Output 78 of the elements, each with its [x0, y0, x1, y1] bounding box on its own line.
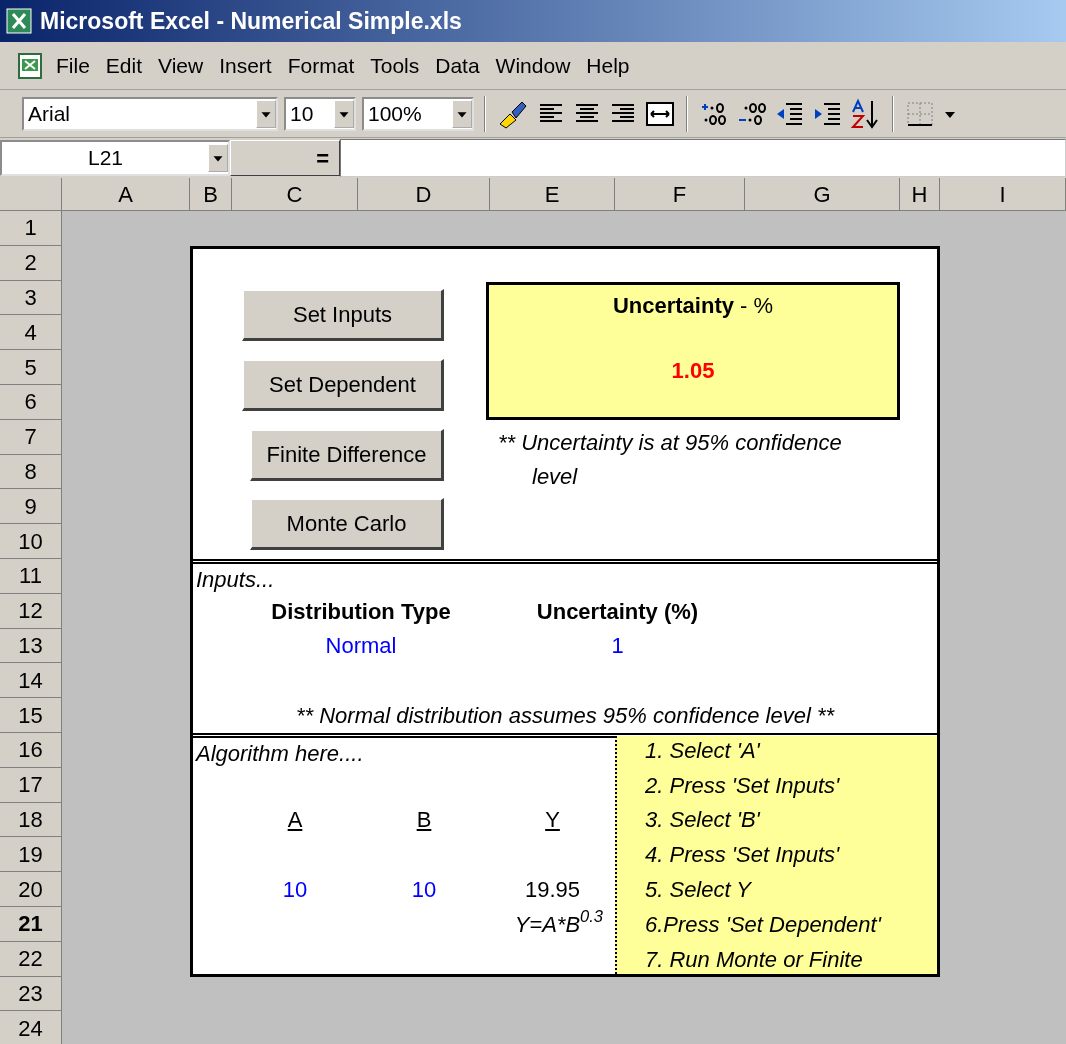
row-header[interactable]: 9: [0, 489, 62, 525]
variable-name: B: [416, 806, 432, 835]
column-header[interactable]: C: [232, 178, 358, 211]
variable-value: 19.95: [524, 876, 581, 905]
instruction-step: 6.Press 'Set Dependent': [615, 906, 940, 942]
menu-item[interactable]: Edit: [99, 47, 149, 84]
row-header[interactable]: 12: [0, 593, 62, 629]
zoom-field[interactable]: 100%: [362, 96, 474, 131]
column-header[interactable]: F: [615, 178, 745, 211]
row-header[interactable]: 22: [0, 941, 62, 977]
macro-button[interactable]: Monte Carlo: [250, 498, 444, 551]
row-header[interactable]: 7: [0, 419, 62, 455]
row-header[interactable]: 3: [0, 280, 62, 316]
menu-item[interactable]: Window: [489, 47, 577, 84]
row-header[interactable]: 19: [0, 837, 62, 873]
row-header[interactable]: 24: [0, 1011, 62, 1044]
input-value: Normal: [325, 632, 397, 661]
distribution-note: ** Normal distribution assumes 95% confidence level **: [295, 702, 834, 731]
row-header[interactable]: 15: [0, 698, 62, 733]
column-header[interactable]: A: [62, 178, 190, 211]
variable-value: 10: [282, 876, 308, 905]
row-header[interactable]: 1: [0, 211, 62, 246]
instruction-step: 7. Run Monte or Finite: [615, 941, 940, 977]
formula-text: Y=A*B$^{0.3}$: [514, 906, 603, 939]
instruction-step: 4. Press 'Set Inputs': [615, 837, 940, 873]
menu-item[interactable]: File: [50, 47, 96, 84]
instruction-step: 2. Press 'Set Inputs': [615, 767, 940, 803]
window-title: Microsoft Excel - Numerical Simple.xls: [40, 6, 462, 36]
menu-item[interactable]: Format: [281, 47, 361, 84]
row-header[interactable]: 2: [0, 245, 62, 281]
macro-button[interactable]: Set Inputs: [242, 289, 444, 342]
macro-button[interactable]: Finite Difference: [250, 428, 444, 481]
row-header[interactable]: 17: [0, 767, 62, 803]
variable-name: A: [287, 806, 303, 835]
confidence-note: ** Uncertainty is at 95% confidence level: [497, 428, 843, 490]
row-header[interactable]: 13: [0, 628, 62, 664]
row-header[interactable]: 11: [0, 558, 62, 594]
result-value: 1.05: [671, 356, 715, 385]
row-header[interactable]: 23: [0, 976, 62, 1012]
column-header[interactable]: G: [745, 178, 900, 211]
instruction-step: 5. Select Y: [615, 872, 940, 907]
variable-name: Y: [545, 806, 560, 835]
section-label: Inputs...: [196, 566, 275, 594]
column-header[interactable]: I: [940, 178, 1066, 211]
column-heading: Uncertainty (%): [536, 597, 699, 626]
row-header[interactable]: 10: [0, 524, 62, 559]
row-header[interactable]: 14: [0, 663, 62, 699]
row-header[interactable]: 18: [0, 802, 62, 838]
menu-item[interactable]: Insert: [213, 47, 278, 84]
menu-item[interactable]: Tools: [364, 47, 426, 84]
column-header[interactable]: H: [900, 178, 940, 211]
name-box[interactable]: L21: [0, 140, 230, 176]
macro-button[interactable]: Set Dependent: [242, 359, 444, 411]
formula-equals-button[interactable]: =: [230, 140, 340, 176]
row-header[interactable]: 16: [0, 732, 62, 768]
font-size-field[interactable]: 10: [284, 96, 356, 131]
row-header[interactable]: 20: [0, 872, 62, 907]
input-value: 1: [611, 632, 624, 661]
menu-item[interactable]: View: [152, 47, 210, 84]
excel-logo-icon: [6, 8, 32, 34]
row-header[interactable]: 6: [0, 385, 62, 420]
menu-item[interactable]: Data: [429, 47, 486, 84]
instruction-step: 1. Select 'A': [615, 732, 940, 768]
formula-input-field[interactable]: [340, 139, 1066, 177]
column-header[interactable]: B: [190, 178, 232, 211]
column-header[interactable]: E: [490, 178, 615, 211]
column-header[interactable]: D: [358, 178, 490, 211]
row-header[interactable]: 8: [0, 454, 62, 490]
instruction-step: 3. Select 'B': [615, 802, 940, 838]
menu-item[interactable]: Help: [580, 47, 636, 84]
result-title: Uncertainty - %: [612, 291, 774, 320]
row-header[interactable]: 4: [0, 315, 62, 351]
font-name-field[interactable]: Arial: [22, 96, 278, 131]
variable-value: 10: [411, 876, 437, 905]
section-label: Algorithm here....: [196, 740, 364, 768]
row-header[interactable]: 21: [0, 906, 62, 942]
column-heading: Distribution Type: [271, 597, 451, 626]
row-header[interactable]: 5: [0, 350, 62, 385]
